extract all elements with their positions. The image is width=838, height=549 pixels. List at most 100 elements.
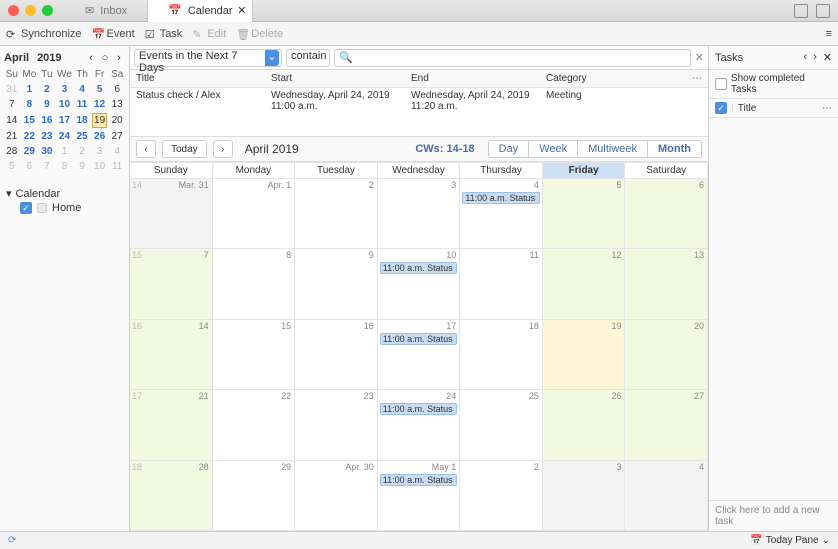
mini-today[interactable]: ○ (99, 52, 111, 64)
event-pill[interactable]: 11:00 a.m. Status … (380, 262, 458, 274)
tasks-next[interactable]: › (813, 51, 817, 64)
mini-day[interactable]: 2 (39, 83, 55, 96)
day-cell[interactable]: 2411:00 a.m. Status … (378, 390, 461, 459)
sync-button[interactable]: ⟳Synchronize (6, 28, 82, 40)
mini-day[interactable]: 8 (57, 160, 73, 173)
next-period-button[interactable]: › (213, 140, 233, 158)
day-cell[interactable]: 15 (213, 320, 296, 389)
mini-day[interactable]: 11 (74, 98, 90, 111)
mini-day[interactable]: 17 (57, 113, 73, 128)
day-cell[interactable]: 29 (213, 461, 296, 530)
event-pill[interactable]: 11:00 a.m. Status … (462, 192, 540, 204)
event-row[interactable]: Status check / AlexWednesday, April 24, … (130, 88, 708, 114)
menu-button[interactable]: ≡ (826, 28, 832, 40)
day-cell[interactable]: 25 (460, 390, 543, 459)
day-cell[interactable]: 715 (130, 249, 213, 318)
day-cell[interactable]: 8 (213, 249, 296, 318)
search-input[interactable] (353, 52, 686, 64)
day-cell[interactable]: 3 (543, 461, 626, 530)
mini-day[interactable]: 10 (92, 160, 108, 173)
day-cell[interactable]: 26 (543, 390, 626, 459)
mini-day[interactable]: 3 (92, 145, 108, 158)
delete-button[interactable]: 🗑Delete (236, 28, 283, 40)
mini-day[interactable]: 9 (39, 98, 55, 111)
mini-day[interactable]: 2 (74, 145, 90, 158)
today-pane-toggle[interactable]: 📅 Today Pane ⌄ (750, 535, 830, 546)
mini-day[interactable]: 22 (22, 130, 38, 143)
view-multiweek[interactable]: Multiweek (577, 140, 648, 158)
close-tab-icon[interactable]: ✕ (237, 4, 246, 17)
mini-day[interactable]: 5 (92, 83, 108, 96)
mini-prev[interactable]: ‹ (85, 52, 97, 64)
mini-day[interactable]: 12 (92, 98, 108, 111)
mini-day[interactable]: 1 (22, 83, 38, 96)
mini-day[interactable]: 28 (4, 145, 20, 158)
mini-day[interactable]: 3 (57, 83, 73, 96)
zoom-window[interactable] (42, 5, 53, 16)
col-start[interactable]: Start (269, 72, 409, 85)
mini-day[interactable]: 21 (4, 130, 20, 143)
close-window[interactable] (8, 5, 19, 16)
day-cell[interactable]: 5 (543, 179, 626, 248)
day-cell[interactable]: 19 (543, 320, 626, 389)
mini-day[interactable]: 31 (4, 83, 20, 96)
operator-dropdown[interactable]: contain (286, 49, 330, 67)
tasks-close-icon[interactable]: ✕ (823, 51, 832, 64)
day-cell[interactable]: 1711:00 a.m. Status … (378, 320, 461, 389)
day-cell[interactable]: 2117 (130, 390, 213, 459)
tasks-col-title[interactable]: Title (738, 103, 757, 114)
mini-day[interactable]: 6 (22, 160, 38, 173)
day-cell[interactable]: 2 (295, 179, 378, 248)
tab-calendar[interactable]: 📅 Calendar ✕ (148, 0, 253, 22)
column-picker-icon[interactable]: ⋯ (822, 103, 832, 114)
titlebar-icon-2[interactable] (816, 4, 830, 18)
day-cell[interactable]: Apr. 30 (295, 461, 378, 530)
mini-day[interactable]: 24 (57, 130, 73, 143)
mini-next[interactable]: › (113, 52, 125, 64)
mini-day[interactable]: 7 (4, 98, 20, 111)
calendar-section-header[interactable]: ▾ Calendar (6, 187, 123, 200)
view-week[interactable]: Week (528, 140, 578, 158)
mini-calendar[interactable]: SuMoTuWeThFrSa 3112345678910111213141516… (2, 66, 127, 175)
clear-search-icon[interactable]: ✕ (695, 51, 704, 64)
day-cell[interactable]: 20 (625, 320, 708, 389)
search-box[interactable]: 🔍 (334, 49, 691, 67)
checkbox-checked-icon[interactable]: ✓ (715, 102, 727, 114)
mini-day[interactable]: 23 (39, 130, 55, 143)
day-cell[interactable]: 13 (625, 249, 708, 318)
mini-day[interactable]: 1 (57, 145, 73, 158)
day-cell[interactable]: 27 (625, 390, 708, 459)
day-cell[interactable]: 1416 (130, 320, 213, 389)
mini-day[interactable]: 25 (74, 130, 90, 143)
day-cell[interactable]: 6 (625, 179, 708, 248)
calendar-item-home[interactable]: ✓ Home (6, 200, 123, 216)
day-cell[interactable]: May 111:00 a.m. Status … (378, 461, 461, 530)
day-cell[interactable]: 18 (460, 320, 543, 389)
mini-month[interactable]: April (4, 52, 29, 64)
day-cell[interactable]: 9 (295, 249, 378, 318)
day-cell[interactable]: 12 (543, 249, 626, 318)
checkbox-checked-icon[interactable]: ✓ (20, 202, 32, 214)
mini-day[interactable]: 7 (39, 160, 55, 173)
today-button[interactable]: Today (162, 140, 207, 158)
mini-day[interactable]: 29 (22, 145, 38, 158)
day-cell[interactable]: 411:00 a.m. Status … (460, 179, 543, 248)
mini-day[interactable]: 8 (22, 98, 38, 111)
prev-period-button[interactable]: ‹ (136, 140, 156, 158)
tasks-prev[interactable]: ‹ (803, 51, 807, 64)
day-cell[interactable]: 1011:00 a.m. Status … (378, 249, 461, 318)
col-end[interactable]: End (409, 72, 544, 85)
event-pill[interactable]: 11:00 a.m. Status … (380, 403, 458, 415)
day-cell[interactable]: Apr. 1 (213, 179, 296, 248)
mini-day[interactable]: 20 (109, 113, 125, 128)
mini-day[interactable]: 30 (39, 145, 55, 158)
minimize-window[interactable] (25, 5, 36, 16)
mini-year[interactable]: 2019 (37, 52, 61, 64)
day-cell[interactable]: 2 (460, 461, 543, 530)
mini-day[interactable]: 11 (109, 160, 125, 173)
edit-button[interactable]: ✎Edit (192, 28, 226, 40)
day-cell[interactable]: 16 (295, 320, 378, 389)
mini-day[interactable]: 19 (92, 113, 108, 128)
day-cell[interactable]: 23 (295, 390, 378, 459)
mini-day[interactable]: 14 (4, 113, 20, 128)
